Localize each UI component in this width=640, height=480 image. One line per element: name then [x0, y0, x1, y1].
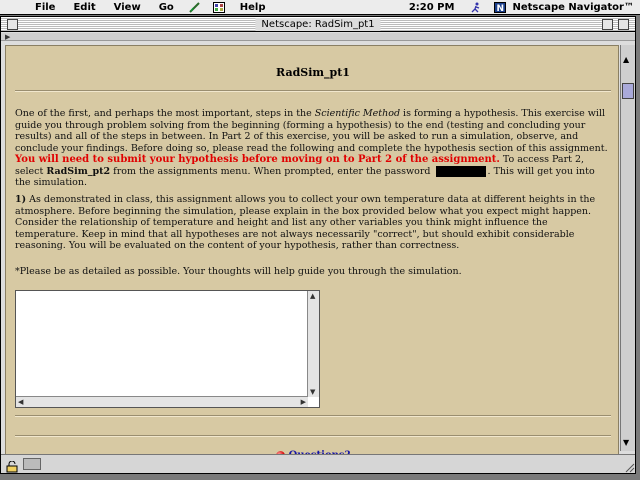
menubar: File Edit View Go Help 2:20 PM N Netscap… [0, 0, 640, 15]
menu-help[interactable]: Help [231, 2, 275, 13]
window-vertical-scrollbar[interactable]: ▲ ▼ [620, 45, 635, 451]
window-scroll-up-icon[interactable]: ▲ [623, 55, 629, 64]
scroll-down-arrow-icon[interactable]: ▼ [310, 388, 315, 396]
zoom-box-icon[interactable] [602, 19, 613, 30]
netscape-app-icon[interactable]: N [494, 1, 507, 14]
scroll-left-arrow-icon[interactable]: ◀ [18, 398, 23, 406]
textarea-vertical-scrollbar[interactable]: ▲ ▼ [307, 291, 319, 397]
divider [15, 90, 611, 92]
window-title: Netscape: RadSim_pt1 [255, 18, 381, 31]
menu-file[interactable]: File [26, 2, 64, 13]
toolbar-toggle-icon[interactable]: ▶ [5, 33, 10, 41]
scroll-right-arrow-icon[interactable]: ▶ [301, 398, 306, 406]
collapse-box-icon[interactable] [618, 19, 629, 30]
browser-window: Netscape: RadSim_pt1 ▶ RadSim_pt1 One of… [0, 16, 636, 474]
menu-go[interactable]: Go [150, 2, 183, 13]
progress-indicator [23, 458, 41, 470]
menubar-clock: 2:20 PM [408, 1, 455, 13]
security-lock-icon[interactable] [5, 458, 19, 473]
resize-grip-icon[interactable] [621, 458, 635, 473]
window-titlebar[interactable]: Netscape: RadSim_pt1 [1, 17, 635, 32]
question-1-number: 1) [15, 194, 27, 205]
communicator-icon[interactable] [212, 1, 225, 13]
divider [15, 435, 611, 437]
menu-view[interactable]: View [105, 2, 150, 13]
detail-note: *Please be as detailed as possible. Your… [15, 266, 462, 277]
textarea-horizontal-scrollbar[interactable]: ◀ ▶ [16, 396, 308, 407]
hypothesis-textarea[interactable]: ▲ ▼ ◀ ▶ [15, 290, 320, 408]
bookmarks-icon[interactable] [189, 1, 201, 13]
intro-paragraph: One of the first, and perhaps the most i… [15, 108, 608, 188]
page-title: RadSim_pt1 [276, 66, 350, 79]
status-bar [1, 454, 635, 473]
page-content: RadSim_pt1 One of the first, and perhaps… [5, 45, 619, 467]
password-redaction [435, 165, 486, 177]
app-switcher-label[interactable]: Netscape Navigator™ [512, 2, 634, 13]
scroll-up-arrow-icon[interactable]: ▲ [310, 292, 315, 300]
window-scroll-down-icon[interactable]: ▼ [623, 438, 629, 447]
submit-warning: You will need to submit your hypothesis … [15, 154, 500, 165]
divider [15, 415, 611, 417]
running-figure-icon [470, 2, 482, 13]
collapsed-toolbar[interactable]: ▶ [1, 33, 635, 41]
radsim-pt2-name: RadSim_pt2 [46, 165, 111, 177]
scientific-method-text: Scientific Method [314, 108, 401, 119]
question-1-paragraph: 1) As demonstrated in class, this assign… [15, 194, 596, 251]
menu-edit[interactable]: Edit [64, 2, 104, 13]
svg-text:N: N [497, 4, 505, 13]
close-box-icon[interactable] [7, 19, 18, 30]
window-scroll-thumb[interactable] [622, 83, 634, 99]
